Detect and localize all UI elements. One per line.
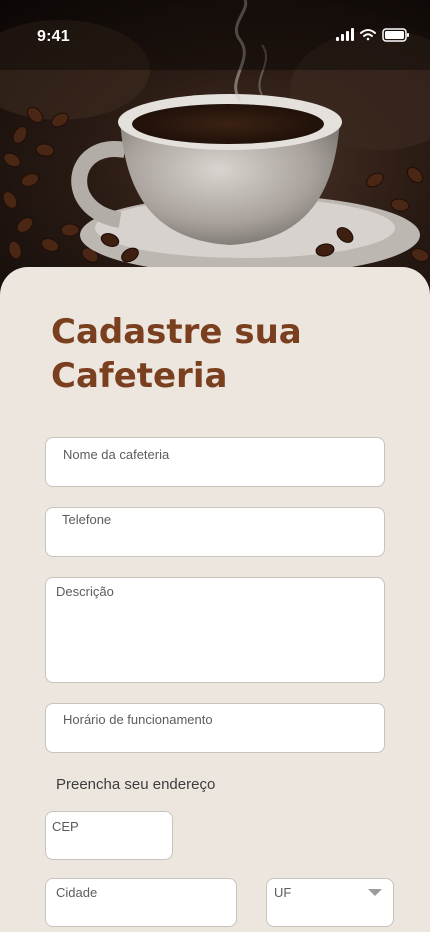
signal-icon [336,28,354,41]
status-bar: 9:41 [0,0,430,74]
page-title-line2: Cafeteria [51,356,228,396]
page-title-line1: Cadastre sua [51,312,302,352]
descricao-label: Descrição [56,584,114,599]
cidade-label: Cidade [56,885,98,900]
horario-field[interactable]: Horário de funcionamento [45,703,385,753]
uf-select[interactable]: UF [266,878,394,927]
uf-label: UF [274,885,292,900]
horario-label: Horário de funcionamento [63,712,213,727]
cidade-field[interactable]: Cidade [45,878,237,927]
status-time: 9:41 [37,28,70,45]
telefone-field[interactable]: Telefone [45,507,385,557]
chevron-down-icon [368,889,382,896]
battery-icon [382,28,409,42]
telefone-label: Telefone [62,512,112,527]
cep-label: CEP [52,819,79,834]
nome-cafeteria-field[interactable]: Nome da cafeteria [45,437,385,487]
nome-cafeteria-label: Nome da cafeteria [63,447,170,462]
page-title: Cadastre sua Cafeteria [51,310,391,398]
wifi-icon [360,29,376,41]
status-icons [336,28,409,42]
cep-field[interactable]: CEP [45,811,173,860]
endereco-section-label: Preencha seu endereço [56,776,216,793]
descricao-field[interactable]: Descrição [45,577,385,683]
